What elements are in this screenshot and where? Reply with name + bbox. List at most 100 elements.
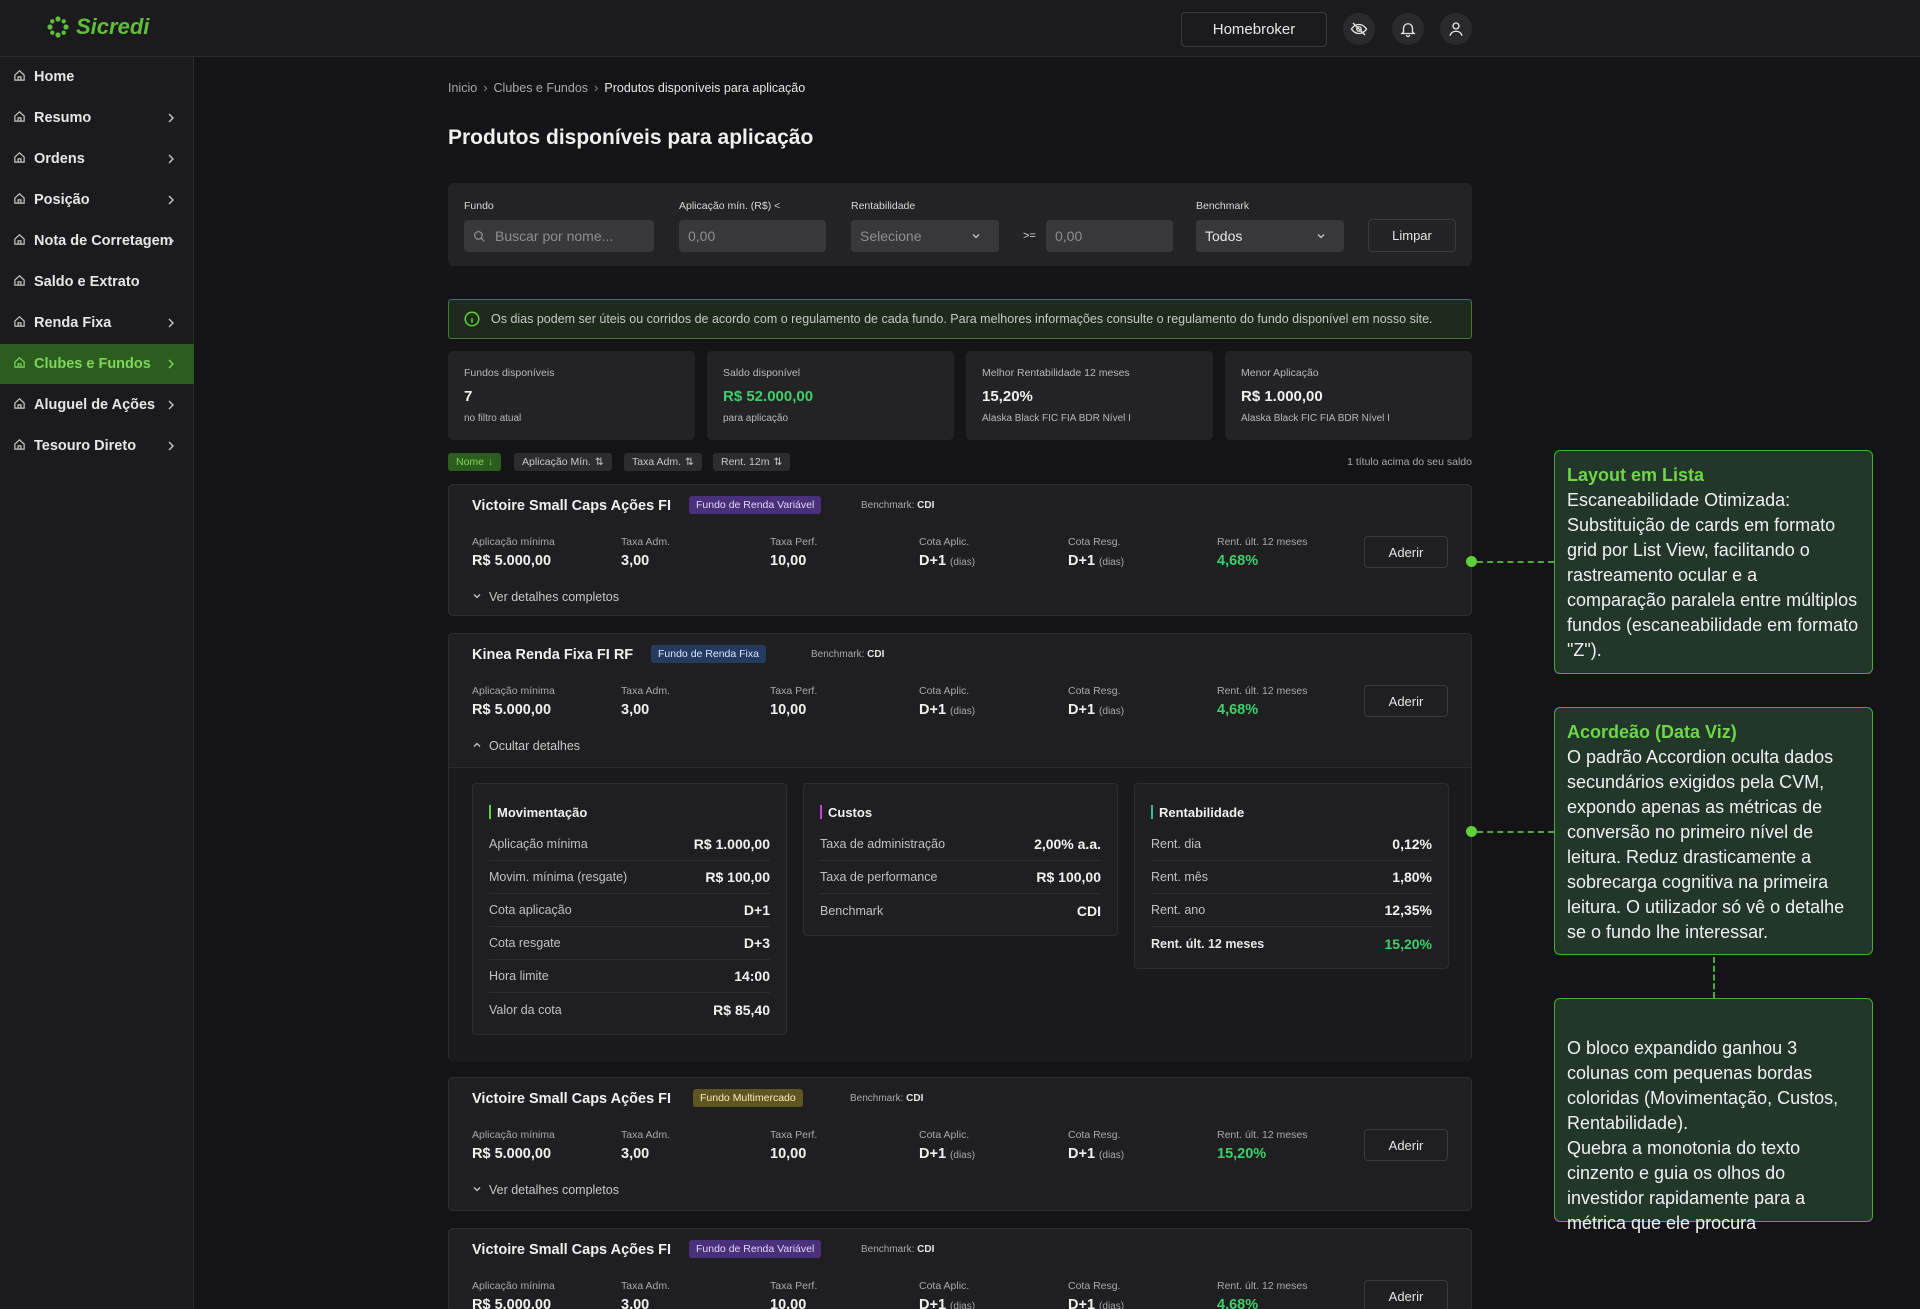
benchmark-label: Benchmark <box>1196 200 1250 212</box>
detail-row: Taxa de administração 2,00% a.a. <box>820 828 1101 861</box>
detail-label: Aplicação mínima <box>489 837 588 851</box>
profitability-select[interactable]: Selecione <box>851 220 999 252</box>
chevron-up-icon <box>472 739 482 753</box>
annotation-list-layout: Layout em Lista Escaneabilidade Otimizad… <box>1554 450 1873 674</box>
fund-search-input[interactable]: Buscar por nome... <box>464 220 654 252</box>
aderir-button[interactable]: Aderir <box>1364 1129 1448 1161</box>
hide-details-toggle[interactable]: Ocultar detalhes <box>472 739 580 753</box>
benchmark-select[interactable]: Todos <box>1196 220 1344 252</box>
detail-value: R$ 85,40 <box>713 1001 770 1018</box>
aderir-button[interactable]: Aderir <box>1364 685 1448 717</box>
bell-icon[interactable] <box>1392 13 1424 45</box>
benchmark-info: Benchmark: CDI <box>861 500 934 511</box>
days-unit: (dias) <box>950 557 976 568</box>
fund-type-badge: Fundo Multimercado <box>693 1089 803 1107</box>
sidebar-item-ordens[interactable]: Ordens <box>0 139 194 179</box>
min-profitability-input[interactable]: 0,00 <box>1046 220 1173 252</box>
metric-value-text: D+1 <box>1068 702 1096 718</box>
arrow-down-icon: ↓ <box>488 456 494 468</box>
breadcrumb-home[interactable]: Inicio <box>448 81 477 95</box>
metric-value-aplic: R$ 5.000,00 <box>472 702 551 718</box>
eye-off-icon[interactable] <box>1343 13 1375 45</box>
sort-chip-aplicacao[interactable]: Aplicação Mín. ⇅ <box>514 453 612 471</box>
metric-value-cota-aplic: D+1 (dias) <box>919 1297 975 1309</box>
fund-filter-label: Fundo <box>464 200 494 212</box>
fund-name[interactable]: Victoire Small Caps Ações FI <box>472 1242 671 1258</box>
metric-label-rent12: Rent. últ. 12 meses <box>1217 1129 1308 1141</box>
fund-type-badge: Fundo de Renda Variável <box>689 496 822 514</box>
metric-value-text: 10,00 <box>770 1146 807 1162</box>
fund-name[interactable]: Victoire Small Caps Ações FI <box>472 498 671 514</box>
sidebar-item-tesouro-direto[interactable]: Tesouro Direto <box>0 426 194 466</box>
metric-label-rent12: Rent. últ. 12 meses <box>1217 536 1308 548</box>
detail-value: 2,00% a.a. <box>1034 836 1101 852</box>
benchmark-value: CDI <box>917 500 935 511</box>
sidebar-item-resumo[interactable]: Resumo <box>0 98 194 138</box>
chevron-down-icon <box>472 590 482 604</box>
metric-value-text: 3,00 <box>621 1146 650 1162</box>
sidebar-item-aluguel-de-acoes[interactable]: Aluguel de Ações <box>0 385 194 425</box>
stat-subtext: no filtro atual <box>464 413 522 424</box>
benchmark-value: CDI <box>906 1093 924 1104</box>
toggle-label: Ver detalhes completos <box>489 590 619 604</box>
clear-filters-button[interactable]: Limpar <box>1368 219 1456 252</box>
sort-chip-rent[interactable]: Rent. 12m ⇅ <box>713 453 791 471</box>
sicredi-logo[interactable]: Sicredi <box>46 14 149 40</box>
detail-row: Rent. dia 0,12% <box>1151 828 1432 861</box>
sidebar-item-renda-fixa[interactable]: Renda Fixa <box>0 303 194 343</box>
detail-row: Hora limite 14:00 <box>489 960 770 993</box>
benchmark-select-value: Todos <box>1205 228 1243 244</box>
breadcrumb-current: Produtos disponíveis para aplicação <box>604 80 806 95</box>
annotation-columns: O bloco expandido ganhou 3 colunas com p… <box>1554 998 1873 1233</box>
fund-name[interactable]: Kinea Renda Fixa FI RF <box>472 647 633 663</box>
show-details-toggle[interactable]: Ver detalhes completos <box>472 590 619 604</box>
fund-name[interactable]: Victoire Small Caps Ações FI <box>472 1091 671 1107</box>
user-icon[interactable] <box>1440 13 1472 45</box>
sidebar-item-posicao[interactable]: Posição <box>0 180 194 220</box>
panel-title-text: Rentabilidade <box>1159 804 1245 820</box>
sidebar-item-saldo-e-extrato[interactable]: Saldo e Extrato <box>0 262 194 302</box>
detail-label: Taxa de performance <box>820 870 938 884</box>
sidebar-item-label: Nota de Corretagem <box>34 233 173 249</box>
fund-card: Victoire Small Caps Ações FI Fundo de Ren… <box>448 1228 1472 1309</box>
metric-value-text: D+1 <box>1068 1297 1096 1309</box>
metric-value-taxa-adm: 3,00 <box>621 1146 649 1162</box>
chevron-down-icon <box>472 1183 482 1197</box>
min-application-input[interactable]: 0,00 <box>679 220 826 252</box>
metric-value-text: 4,68% <box>1217 553 1259 569</box>
breadcrumb-clubes[interactable]: Clubes e Fundos <box>494 81 589 95</box>
detail-label: Rent. últ. 12 meses <box>1151 936 1265 951</box>
detail-value: CDI <box>1076 902 1101 919</box>
sidebar-item-nota-de-corretagem[interactable]: Nota de Corretagem <box>0 221 194 261</box>
sort-chip-label: Rent. 12m <box>721 456 770 468</box>
panel-title-text: Custos <box>828 804 873 820</box>
benchmark-label: Benchmark: <box>861 1244 915 1255</box>
annotation-dot <box>1466 556 1477 567</box>
detail-row: Rent. ano 12,35% <box>1151 894 1432 927</box>
show-details-toggle[interactable]: Ver detalhes completos <box>472 1183 619 1197</box>
stat-value: R$ 52.000,00 <box>723 388 814 405</box>
stat-label: Melhor Rentabilidade 12 meses <box>982 367 1130 379</box>
detail-value: 15,20% <box>1384 935 1432 952</box>
sort-chip-nome[interactable]: Nome ↓ <box>448 453 502 471</box>
sort-chip-taxa[interactable]: Taxa Adm. ⇅ <box>624 453 702 471</box>
panel-color-bar <box>820 805 822 819</box>
sort-icon: ⇅ <box>594 456 604 468</box>
aderir-button[interactable]: Aderir <box>1364 536 1448 568</box>
homebroker-button[interactable]: Homebroker <box>1181 12 1327 47</box>
metric-value-text: 15,20% <box>1217 1146 1267 1162</box>
metric-label-cota-aplic: Cota Aplic. <box>919 685 970 697</box>
metric-value-aplic: R$ 5.000,00 <box>472 1297 551 1309</box>
aderir-button[interactable]: Aderir <box>1364 1280 1448 1309</box>
sidebar-item-home[interactable]: Home <box>0 57 194 97</box>
detail-value: 0,12% <box>1392 836 1432 852</box>
sort-chip-label: Taxa Adm. <box>632 456 682 468</box>
details-panel-rentabilidade: Rentabilidade Rent. dia 0,12% Rent. mês 1,80… <box>1134 783 1449 969</box>
sidebar-item-clubes-e-fundos[interactable]: Clubes e Fundos <box>0 344 194 384</box>
home-icon <box>13 69 34 86</box>
breadcrumb-separator-icon: › <box>483 80 488 95</box>
metric-label-taxa-perf: Taxa Perf. <box>770 536 818 548</box>
metric-label-aplic: Aplicação mínima <box>472 536 555 548</box>
sidebar-item-label: Saldo e Extrato <box>34 274 140 290</box>
metric-label-taxa-perf: Taxa Perf. <box>770 1129 818 1141</box>
